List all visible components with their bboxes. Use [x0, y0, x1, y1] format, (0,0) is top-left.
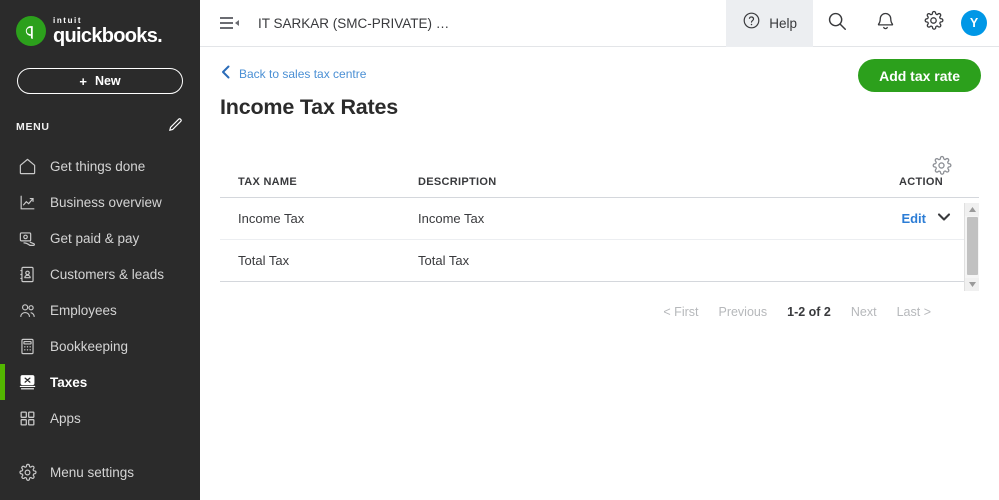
chart-icon: [18, 193, 37, 212]
app-root: intuit quickbooks. + New MENU Get things…: [0, 0, 999, 500]
tax-rates-table-container: TAX NAME DESCRIPTION ACTION Income Tax I…: [220, 155, 979, 291]
new-button[interactable]: + New: [17, 68, 183, 94]
settings-button[interactable]: [909, 0, 957, 47]
cell-description: Total Tax: [400, 239, 859, 282]
avatar[interactable]: Y: [961, 10, 987, 36]
gear-icon: [923, 10, 944, 36]
cell-tax-name: Income Tax: [220, 197, 400, 240]
tax-rates-table: TAX NAME DESCRIPTION ACTION Income Tax I…: [220, 170, 979, 282]
help-button[interactable]: Help: [726, 0, 813, 47]
top-bar: IT SARKAR (SMC-PRIVATE) … Help Y: [200, 0, 999, 47]
scrollbar-down-arrow[interactable]: [965, 278, 979, 291]
sidebar-item-label: Customers & leads: [50, 266, 165, 282]
edit-pencil-icon[interactable]: [167, 116, 184, 138]
sidebar-item-menu-settings[interactable]: Menu settings: [0, 454, 200, 490]
taxes-icon: [18, 373, 37, 392]
avatar-initial: Y: [969, 16, 979, 30]
add-tax-rate-button[interactable]: Add tax rate: [858, 59, 981, 92]
menu-header-label: MENU: [16, 121, 50, 133]
back-link-label: Back to sales tax centre: [239, 66, 367, 81]
sidebar-item-business-overview[interactable]: Business overview: [0, 184, 200, 220]
sidebar-item-label: Get things done: [50, 158, 146, 174]
scrollbar-up-arrow[interactable]: [965, 203, 979, 216]
edit-action-group[interactable]: Edit: [901, 211, 951, 226]
pagination-count: 1-2 of 2: [787, 305, 831, 319]
cell-action: Edit: [859, 197, 979, 240]
table-header: TAX NAME DESCRIPTION ACTION: [220, 170, 979, 198]
new-button-label: New: [94, 74, 121, 88]
top-bar-actions: Help Y: [726, 0, 999, 47]
cell-action: [859, 239, 979, 282]
grid-icon: [18, 409, 37, 428]
column-header-tax-name: TAX NAME: [220, 170, 400, 198]
search-icon: [826, 10, 848, 37]
gear-icon: [18, 463, 37, 482]
people-icon: [18, 301, 37, 320]
search-button[interactable]: [813, 0, 861, 47]
scrollbar-thumb[interactable]: [967, 217, 978, 275]
column-header-description: DESCRIPTION: [400, 170, 859, 198]
question-mark-icon: [742, 11, 761, 35]
menu-header-row: MENU: [0, 116, 200, 138]
contacts-icon: [18, 265, 37, 284]
sidebar-nav: Get things done Business overview Get pa…: [0, 148, 200, 490]
table-row[interactable]: Total Tax Total Tax: [220, 239, 979, 282]
sidebar-item-taxes[interactable]: Taxes: [0, 364, 200, 400]
pagination: < First Previous 1-2 of 2 Next Last >: [220, 305, 979, 319]
sidebar-item-employees[interactable]: Employees: [0, 292, 200, 328]
calculator-icon: [18, 337, 37, 356]
company-name[interactable]: IT SARKAR (SMC-PRIVATE) …: [258, 16, 449, 31]
plus-icon: +: [79, 73, 87, 89]
sidebar-item-apps[interactable]: Apps: [0, 400, 200, 436]
back-to-sales-tax-centre-link[interactable]: Back to sales tax centre: [220, 65, 366, 82]
chevron-left-icon: [220, 65, 232, 82]
pagination-previous[interactable]: Previous: [718, 305, 767, 319]
table-body: Income Tax Income Tax Edit Total Tax Tot…: [220, 197, 979, 282]
cell-tax-name: Total Tax: [220, 239, 400, 282]
sidebar-item-label: Business overview: [50, 194, 162, 210]
column-header-action: ACTION: [859, 170, 979, 198]
sidebar-item-label: Taxes: [50, 374, 88, 390]
sidebar-item-bookkeeping[interactable]: Bookkeeping: [0, 328, 200, 364]
quickbooks-wordmark: quickbooks.: [53, 24, 163, 47]
intuit-wordmark: intuit: [53, 15, 83, 25]
table-row[interactable]: Income Tax Income Tax Edit: [220, 197, 979, 240]
table-header-row: TAX NAME DESCRIPTION ACTION: [220, 170, 979, 198]
quickbooks-mark-icon: [16, 16, 46, 46]
sidebar-item-label: Bookkeeping: [50, 338, 129, 354]
chevron-down-icon[interactable]: [937, 211, 951, 226]
home-icon: [18, 157, 37, 176]
page-title: Income Tax Rates: [220, 95, 399, 119]
quickbooks-logo[interactable]: intuit quickbooks.: [0, 0, 200, 48]
sidebar-item-customers-and-leads[interactable]: Customers & leads: [0, 256, 200, 292]
sidebar-item-label: Employees: [50, 302, 117, 318]
sidebar-item-get-paid-and-pay[interactable]: Get paid & pay: [0, 220, 200, 256]
table-settings-gear-icon[interactable]: [931, 155, 953, 177]
get-paid-icon: [18, 229, 37, 248]
main-area: IT SARKAR (SMC-PRIVATE) … Help Y Back to…: [200, 0, 999, 500]
sidebar-item-label: Menu settings: [50, 464, 135, 480]
sidebar: intuit quickbooks. + New MENU Get things…: [0, 0, 200, 500]
notifications-button[interactable]: [861, 0, 909, 47]
edit-link[interactable]: Edit: [901, 211, 926, 226]
menu-collapse-icon[interactable]: [216, 9, 244, 37]
pagination-next[interactable]: Next: [851, 305, 877, 319]
table-scrollbar[interactable]: [964, 203, 979, 291]
sidebar-item-label: Get paid & pay: [50, 230, 140, 246]
pagination-first[interactable]: < First: [663, 305, 698, 319]
bell-icon: [875, 10, 896, 36]
pagination-last[interactable]: Last >: [897, 305, 931, 319]
sidebar-item-label: Apps: [50, 410, 81, 426]
cell-description: Income Tax: [400, 197, 859, 240]
help-label: Help: [769, 15, 797, 31]
page-content: Back to sales tax centre Income Tax Rate…: [200, 47, 999, 319]
sidebar-item-get-things-done[interactable]: Get things done: [0, 148, 200, 184]
